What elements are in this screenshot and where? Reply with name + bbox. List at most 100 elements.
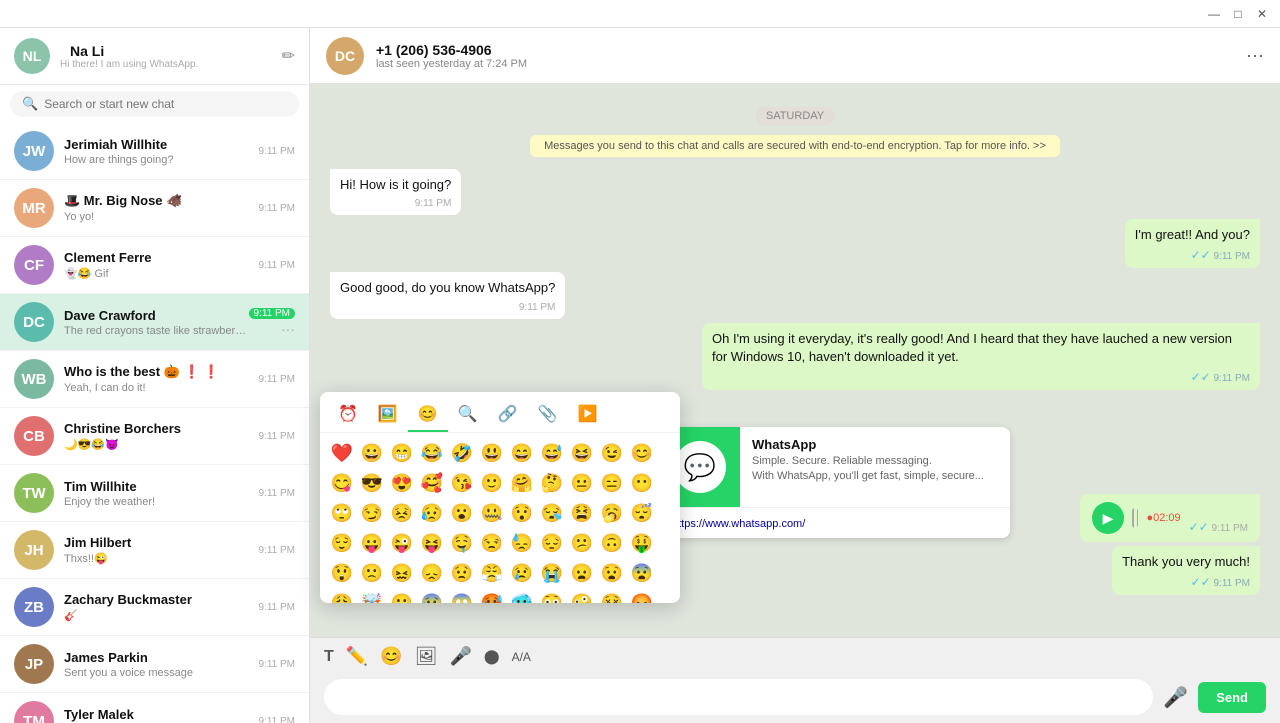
emoji-cell[interactable]: 🤣 <box>448 439 476 467</box>
emoji-cell[interactable]: 😋 <box>328 469 356 497</box>
chat-list-item[interactable]: JP James Parkin Sent you a voice message… <box>0 636 309 693</box>
pen-button[interactable]: ✏️ <box>346 646 368 667</box>
emoji-cell[interactable]: 😌 <box>328 529 356 557</box>
emoji-cell[interactable]: 😢 <box>508 559 536 587</box>
emoji-cell[interactable]: 😨 <box>628 559 656 587</box>
chat-list-item[interactable]: CB Christine Borchers 🌙😎😂😈 9:11 PM <box>0 408 309 465</box>
emoji-cell[interactable]: 🙃 <box>598 529 626 557</box>
message-input[interactable] <box>324 679 1153 715</box>
emoji-cell[interactable]: 😴 <box>628 499 656 527</box>
emoji-cell[interactable]: ❤️ <box>328 439 356 467</box>
emoji-cell[interactable]: 😕 <box>568 529 596 557</box>
emoji-cell[interactable]: 😱 <box>448 589 476 603</box>
emoji-tab[interactable]: 🖼️ <box>368 398 408 432</box>
mic-toolbar-button[interactable]: 🎤 <box>449 646 471 667</box>
emoji-cell[interactable]: 😍 <box>388 469 416 497</box>
emoji-cell[interactable]: 😧 <box>598 559 626 587</box>
emoji-cell[interactable]: 😑 <box>598 469 626 497</box>
mic-button[interactable]: 🎤 <box>1163 685 1188 710</box>
send-button[interactable]: Send <box>1198 682 1266 713</box>
chat-list-item[interactable]: JW Jerimiah Willhite How are things goin… <box>0 123 309 180</box>
chat-list-item[interactable]: MR 🎩 Mr. Big Nose 🐗 Yo yo! 9:11 PM <box>0 180 309 237</box>
font-size-button[interactable]: A/A <box>512 650 531 664</box>
emoji-cell[interactable]: 😣 <box>388 499 416 527</box>
chat-list-item[interactable]: ZB Zachary Buckmaster 🎸 9:11 PM <box>0 579 309 636</box>
more-options-icon[interactable]: ··· <box>1246 45 1264 66</box>
emoji-cell[interactable]: 🙂 <box>478 469 506 497</box>
chat-list-item[interactable]: TM Tyler Malek Hey, I have an idea about… <box>0 693 309 723</box>
emoji-cell[interactable]: 🤯 <box>358 589 386 603</box>
chat-list-item[interactable]: TW Tim Willhite Enjoy the weather! 9:11 … <box>0 465 309 522</box>
emoji-cell[interactable]: 😰 <box>418 589 446 603</box>
emoji-tab[interactable]: 📎 <box>528 398 568 432</box>
emoji-cell[interactable]: 😤 <box>478 559 506 587</box>
emoji-cell[interactable]: 😟 <box>448 559 476 587</box>
minimize-button[interactable]: — <box>1204 4 1224 24</box>
play-button[interactable]: ▶ <box>1092 502 1124 534</box>
chat-list-item[interactable]: JH Jim Hilbert Thxs!!😜 9:11 PM <box>0 522 309 579</box>
emoji-button[interactable]: 😊 <box>380 646 402 667</box>
emoji-cell[interactable]: 😬 <box>388 589 416 603</box>
emoji-cell[interactable]: 🤔 <box>538 469 566 497</box>
encryption-notice[interactable]: Messages you send to this chat and calls… <box>330 135 1260 157</box>
emoji-cell[interactable]: 😥 <box>418 499 446 527</box>
emoji-cell[interactable]: 😯 <box>508 499 536 527</box>
emoji-tab[interactable]: 🔍 <box>448 398 488 432</box>
search-input[interactable] <box>44 97 287 111</box>
emoji-cell[interactable]: 🤤 <box>448 529 476 557</box>
emoji-cell[interactable]: 😎 <box>358 469 386 497</box>
emoji-cell[interactable]: 😉 <box>598 439 626 467</box>
emoji-tab[interactable]: 🔗 <box>488 398 528 432</box>
emoji-cell[interactable]: 🤗 <box>508 469 536 497</box>
emoji-cell[interactable]: 🤐 <box>478 499 506 527</box>
emoji-cell[interactable]: 😛 <box>358 529 386 557</box>
emoji-cell[interactable]: 🤪 <box>568 589 596 603</box>
emoji-cell[interactable]: 😃 <box>478 439 506 467</box>
emoji-cell[interactable]: 😡 <box>628 589 656 603</box>
emoji-cell[interactable]: 😂 <box>418 439 446 467</box>
emoji-cell[interactable]: 😭 <box>538 559 566 587</box>
emoji-cell[interactable]: 😦 <box>568 559 596 587</box>
emoji-cell[interactable]: 😖 <box>388 559 416 587</box>
emoji-cell[interactable]: 😁 <box>388 439 416 467</box>
emoji-cell[interactable]: 😳 <box>538 589 566 603</box>
chat-list-item[interactable]: WB Who is the best 🎃 ❗ ❗ Yeah, I can do … <box>0 351 309 408</box>
text-format-button[interactable]: T <box>324 648 334 666</box>
emoji-cell[interactable]: 😏 <box>358 499 386 527</box>
search-bar[interactable]: 🔍 <box>10 91 299 117</box>
emoji-cell[interactable]: 😵 <box>598 589 626 603</box>
emoji-cell[interactable]: 😫 <box>568 499 596 527</box>
emoji-cell[interactable]: 😅 <box>538 439 566 467</box>
emoji-cell[interactable]: 😀 <box>358 439 386 467</box>
emoji-tab[interactable]: ▶️ <box>568 398 608 432</box>
chat-menu-dots[interactable]: ··· <box>281 321 295 337</box>
emoji-cell[interactable]: 😘 <box>448 469 476 497</box>
chat-list-item[interactable]: CF Clement Ferre 👻😂 Gif 9:11 PM <box>0 237 309 294</box>
emoji-cell[interactable]: 😄 <box>508 439 536 467</box>
emoji-cell[interactable]: 😮 <box>448 499 476 527</box>
emoji-cell[interactable]: 😲 <box>328 559 356 587</box>
close-button[interactable]: ✕ <box>1252 4 1272 24</box>
emoji-cell[interactable]: 😓 <box>508 529 536 557</box>
emoji-cell[interactable]: 😶 <box>628 469 656 497</box>
emoji-cell[interactable]: 🙄 <box>328 499 356 527</box>
edit-icon[interactable]: ✏ <box>282 46 295 66</box>
emoji-cell[interactable]: 😆 <box>568 439 596 467</box>
emoji-cell[interactable]: 😪 <box>538 499 566 527</box>
emoji-cell[interactable]: 😝 <box>418 529 446 557</box>
emoji-cell[interactable]: 😊 <box>628 439 656 467</box>
emoji-cell[interactable]: 🥶 <box>508 589 536 603</box>
emoji-tab[interactable]: 😊 <box>408 398 448 432</box>
emoji-cell[interactable]: 😔 <box>538 529 566 557</box>
emoji-cell[interactable]: 🙁 <box>358 559 386 587</box>
emoji-cell[interactable]: 😒 <box>478 529 506 557</box>
emoji-cell[interactable]: 🥰 <box>418 469 446 497</box>
emoji-cell[interactable]: 😞 <box>418 559 446 587</box>
emoji-cell[interactable]: 🥵 <box>478 589 506 603</box>
image-button[interactable]: 🖼 <box>415 646 438 667</box>
emoji-cell[interactable]: 😐 <box>568 469 596 497</box>
link-preview-url[interactable]: https://www.whatsapp.com/ <box>672 518 805 530</box>
emoji-tab[interactable]: ⏰ <box>328 398 368 432</box>
emoji-cell[interactable]: 😜 <box>388 529 416 557</box>
emoji-cell[interactable]: 🤑 <box>628 529 656 557</box>
